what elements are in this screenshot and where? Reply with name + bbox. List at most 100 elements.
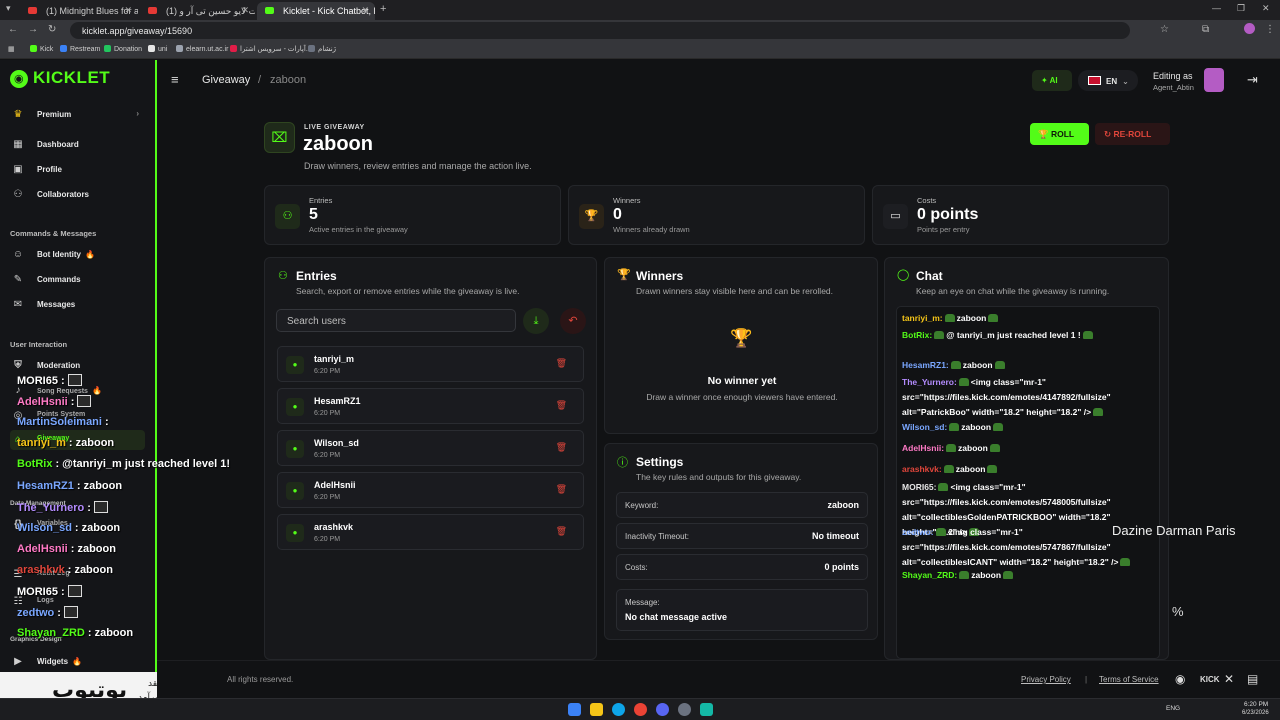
stat-card-winners: 🏆 Winners 0 Winners already drawn (568, 185, 865, 245)
app-icon[interactable] (700, 703, 713, 716)
user-avatar[interactable] (1204, 68, 1224, 92)
file-explorer-icon[interactable] (590, 703, 603, 716)
page-subtitle: Draw winners, review entries and manage … (304, 161, 532, 171)
chat-username[interactable]: tanriyi_m: (902, 313, 943, 323)
chat-username[interactable]: HesamRZ1: (902, 360, 949, 370)
chat-username[interactable]: Shayan_ZRD: (902, 570, 957, 580)
chat-username[interactable]: AdelHsnii: (902, 443, 944, 453)
chat-text: zaboon (958, 443, 988, 453)
clock-date[interactable]: 6/23/2026 (1242, 710, 1269, 716)
sidebar-item-song-requests[interactable]: ♪ Song Requests 🔥 (10, 381, 145, 401)
reload-icon[interactable]: ↻ (48, 24, 56, 35)
sidebar-item-variables[interactable]: {} Variables (10, 515, 145, 535)
privacy-link[interactable]: Privacy Policy (1021, 675, 1071, 684)
sidebar-item-audit-log[interactable]: ☰ Audit Log (10, 565, 145, 585)
input-language[interactable]: ENG (1166, 705, 1180, 712)
clock-time[interactable]: 6:20 PM (1244, 701, 1268, 708)
trash-icon[interactable]: 🗑 (556, 358, 567, 369)
forward-icon[interactable]: → (28, 24, 38, 35)
kick-icon[interactable]: KICK (1200, 675, 1220, 684)
bookmark-kick[interactable]: Kick (30, 45, 53, 53)
roll-button[interactable]: 🏆 ROLL (1030, 123, 1089, 145)
breadcrumb-giveaway[interactable]: Giveaway (202, 74, 250, 86)
close-icon[interactable]: ✕ (241, 5, 249, 16)
profile-avatar[interactable] (1244, 23, 1255, 34)
obs-icon[interactable] (678, 703, 691, 716)
close-icon[interactable]: ✕ (124, 5, 132, 16)
setting-timeout: Inactivity Timeout: No timeout (616, 523, 868, 549)
discord-icon[interactable]: ◉ (1175, 672, 1185, 686)
search-users-input[interactable]: Search users (276, 309, 516, 332)
extensions-icon[interactable]: ⧉ (1202, 24, 1209, 35)
close-icon[interactable]: ✕ (361, 5, 369, 16)
maximize-icon[interactable]: ❐ (1237, 3, 1245, 14)
emote-icon (994, 361, 1005, 369)
download-icon: ⤓ (533, 315, 539, 327)
sidebar-item-bot-identity[interactable]: ☺ Bot Identity 🔥 (10, 245, 145, 265)
back-icon[interactable]: ← (8, 24, 18, 35)
new-tab-button[interactable]: + (380, 3, 386, 15)
trash-icon[interactable]: 🗑 (556, 526, 567, 537)
entry-name: Wilson_sd (314, 438, 359, 448)
logout-icon[interactable]: ⇥ (1247, 72, 1258, 88)
browser-tab-1[interactable]: (1) Midnight Blues for a Br... ✕ (20, 2, 138, 20)
tab-search-icon[interactable]: ▾ (6, 3, 11, 14)
sidebar-item-moderation[interactable]: ⛨ Moderation (10, 356, 145, 376)
apps-icon[interactable]: ▦ (8, 45, 15, 53)
stat-label: Costs (917, 196, 937, 205)
trash-icon[interactable]: 🗑 (556, 484, 567, 495)
bookmark-donation[interactable]: Donation (104, 45, 142, 53)
kicklet-logo-icon: ◉ (10, 70, 28, 88)
kicklet-logo[interactable]: ◉ KICKLET (10, 68, 110, 88)
browser-tab-2[interactable]: (1) از کنسرت لایو حسین تی آر و... ✕ (140, 2, 255, 20)
emote-icon (943, 465, 954, 473)
trash-icon[interactable]: 🗑 (556, 442, 567, 453)
clear-entries-button[interactable]: ↶ (560, 308, 586, 334)
export-button[interactable]: ⤓ (523, 308, 549, 334)
chat-message: HesamRZ1: zaboon (902, 358, 1152, 373)
chat-text: zaboon (962, 360, 993, 370)
sidebar-item-giveaway[interactable]: ⌂ Giveaway (10, 430, 145, 450)
sidebar-item-logs[interactable]: ☷ Logs (10, 592, 145, 612)
chat-username[interactable]: zedtwo: (902, 527, 934, 537)
chat-username[interactable]: The_Yurnero: (902, 377, 957, 387)
x-icon[interactable]: ✕ (1224, 672, 1234, 686)
terms-link[interactable]: Terms of Service (1099, 675, 1159, 684)
windows-start-icon[interactable] (568, 703, 581, 716)
chat-username[interactable]: arashkvk: (902, 464, 942, 474)
chat-username[interactable]: BotRix: (902, 330, 932, 340)
chat-username[interactable]: Wilson_sd: (902, 422, 947, 432)
chat-username[interactable]: MORI65: (902, 482, 936, 492)
browser-tab-3[interactable]: Kicklet - Kick Chatbot, Kick Wi... ✕ (257, 2, 375, 20)
entry-name: HesamRZ1 (314, 396, 361, 406)
window-close-icon[interactable]: ✕ (1262, 3, 1270, 14)
bookmark-elearn[interactable]: elearn.ut.ac.ir (176, 45, 228, 53)
minimize-icon[interactable]: — (1212, 3, 1221, 13)
sidebar-item-widgets[interactable]: ▶ Widgets 🔥 (10, 652, 145, 672)
reroll-button[interactable]: ↻ RE-ROLL (1095, 123, 1170, 145)
discord-app-icon[interactable] (656, 703, 669, 716)
bookmark-aparat[interactable]: آپارات - سرویس اشترا... (230, 45, 312, 53)
cash-icon: ▭ (883, 204, 908, 229)
menu-toggle-icon[interactable]: ≡ (171, 72, 179, 87)
browser-menu-icon[interactable]: ⋮ (1265, 24, 1275, 35)
bookmarks-bar: ▦ Kick Restream Donation uni elearn.ut.a… (0, 41, 1280, 59)
docs-icon[interactable]: ▤ (1247, 672, 1258, 686)
bookmark-zhensham[interactable]: ژنشام (308, 45, 336, 53)
chrome-icon[interactable] (634, 703, 647, 716)
edge-icon[interactable] (612, 703, 625, 716)
sidebar-item-premium[interactable]: ♛ Premium › (10, 105, 145, 125)
language-select[interactable]: EN ⌄ (1078, 70, 1138, 91)
ai-button[interactable]: ✦ AI (1032, 70, 1072, 91)
trash-icon[interactable]: 🗑 (556, 400, 567, 411)
sidebar-item-commands[interactable]: ✎ Commands (10, 270, 145, 290)
sidebar-item-points[interactable]: ◎ Points System (10, 406, 145, 426)
bookmark-uni[interactable]: uni (148, 45, 167, 53)
url-input[interactable]: kicklet.app/giveaway/15690 (70, 22, 1130, 39)
bookmark-restream[interactable]: Restream (60, 45, 100, 53)
sidebar-item-messages[interactable]: ✉ Messages (10, 295, 145, 315)
sidebar-item-dashboard[interactable]: ▦ Dashboard (10, 135, 145, 155)
sidebar-item-collaborators[interactable]: ⚇ Collaborators (10, 185, 145, 205)
bookmark-star-icon[interactable]: ☆ (1160, 24, 1169, 35)
sidebar-item-profile[interactable]: ▣ Profile (10, 160, 145, 180)
